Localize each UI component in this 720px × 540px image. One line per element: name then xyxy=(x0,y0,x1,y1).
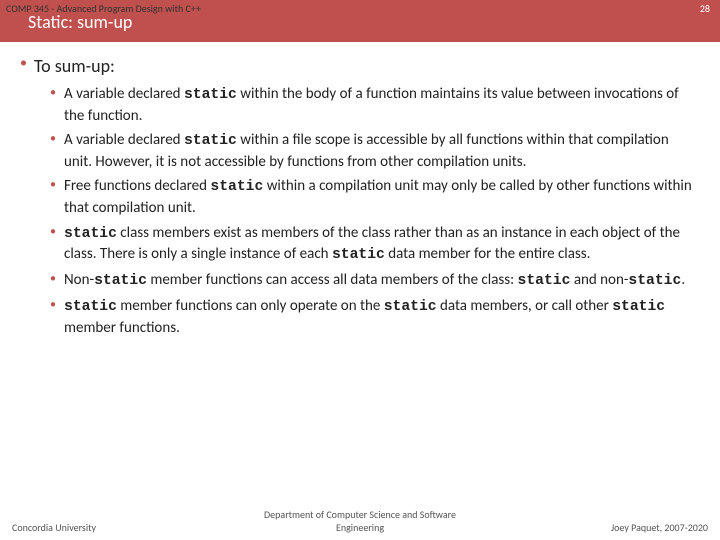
keyword-static: static xyxy=(64,299,117,315)
keyword-static: static xyxy=(628,273,681,289)
text-fragment: and non- xyxy=(570,271,628,289)
slide-number: 28 xyxy=(700,2,710,15)
text-fragment: member functions. xyxy=(64,319,180,337)
keyword-static: static xyxy=(184,87,237,103)
text-fragment: . xyxy=(681,271,685,289)
bullet-dot-icon: • xyxy=(50,176,64,218)
footer-center: Department of Computer Science and Softw… xyxy=(244,508,476,534)
heading-text: To sum-up: xyxy=(34,54,115,78)
list-item: • A variable declared static within a fi… xyxy=(50,130,700,172)
bullet-dot-icon: • xyxy=(20,54,34,78)
list-item-text: A variable declared static within the bo… xyxy=(64,84,700,126)
sub-bullet-list: • A variable declared static within the … xyxy=(20,84,700,338)
footer-left: Concordia University xyxy=(12,521,244,534)
list-item-text: static member functions can only operate… xyxy=(64,296,700,338)
slide: COMP 345 - Advanced Program Design with … xyxy=(0,0,720,540)
bullet-dot-icon: • xyxy=(50,84,64,126)
text-fragment: Free functions declared xyxy=(64,177,210,195)
keyword-static: static xyxy=(518,273,571,289)
text-fragment: member functions can access all data mem… xyxy=(147,271,518,289)
text-fragment: data members, or call other xyxy=(437,297,613,315)
list-item: • Non-static member functions can access… xyxy=(50,270,700,292)
text-fragment: member functions can only operate on the xyxy=(117,297,384,315)
list-item: • static member functions can only opera… xyxy=(50,296,700,338)
heading-bullet: • To sum-up: xyxy=(20,54,700,78)
keyword-static: static xyxy=(94,273,147,289)
list-item-text: static class members exist as members of… xyxy=(64,223,700,267)
bullet-dot-icon: • xyxy=(50,296,64,338)
list-item: • Free functions declared static within … xyxy=(50,176,700,218)
slide-content: • To sum-up: • A variable declared stati… xyxy=(0,42,720,516)
bullet-dot-icon: • xyxy=(50,130,64,172)
bullet-dot-icon: • xyxy=(50,270,64,292)
list-item-text: Non-static member functions can access a… xyxy=(64,270,685,292)
keyword-static: static xyxy=(384,299,437,315)
slide-footer: Concordia University Department of Compu… xyxy=(0,516,720,540)
list-item: • static class members exist as members … xyxy=(50,223,700,267)
text-fragment: data member for the entire class. xyxy=(385,245,591,263)
text-fragment: Non- xyxy=(64,271,94,289)
text-fragment: A variable declared xyxy=(64,131,184,149)
footer-right: Joey Paquet, 2007-2020 xyxy=(476,521,708,534)
keyword-static: static xyxy=(332,247,385,263)
slide-header: COMP 345 - Advanced Program Design with … xyxy=(0,0,720,42)
list-item-text: A variable declared static within a file… xyxy=(64,130,700,172)
list-item-text: Free functions declared static within a … xyxy=(64,176,700,218)
list-item: • A variable declared static within the … xyxy=(50,84,700,126)
text-fragment: A variable declared xyxy=(64,85,184,103)
keyword-static: static xyxy=(184,133,237,149)
keyword-static: static xyxy=(612,299,665,315)
bullet-dot-icon: • xyxy=(50,223,64,267)
keyword-static: static xyxy=(64,226,117,242)
course-title: COMP 345 - Advanced Program Design with … xyxy=(6,2,201,15)
keyword-static: static xyxy=(210,179,263,195)
